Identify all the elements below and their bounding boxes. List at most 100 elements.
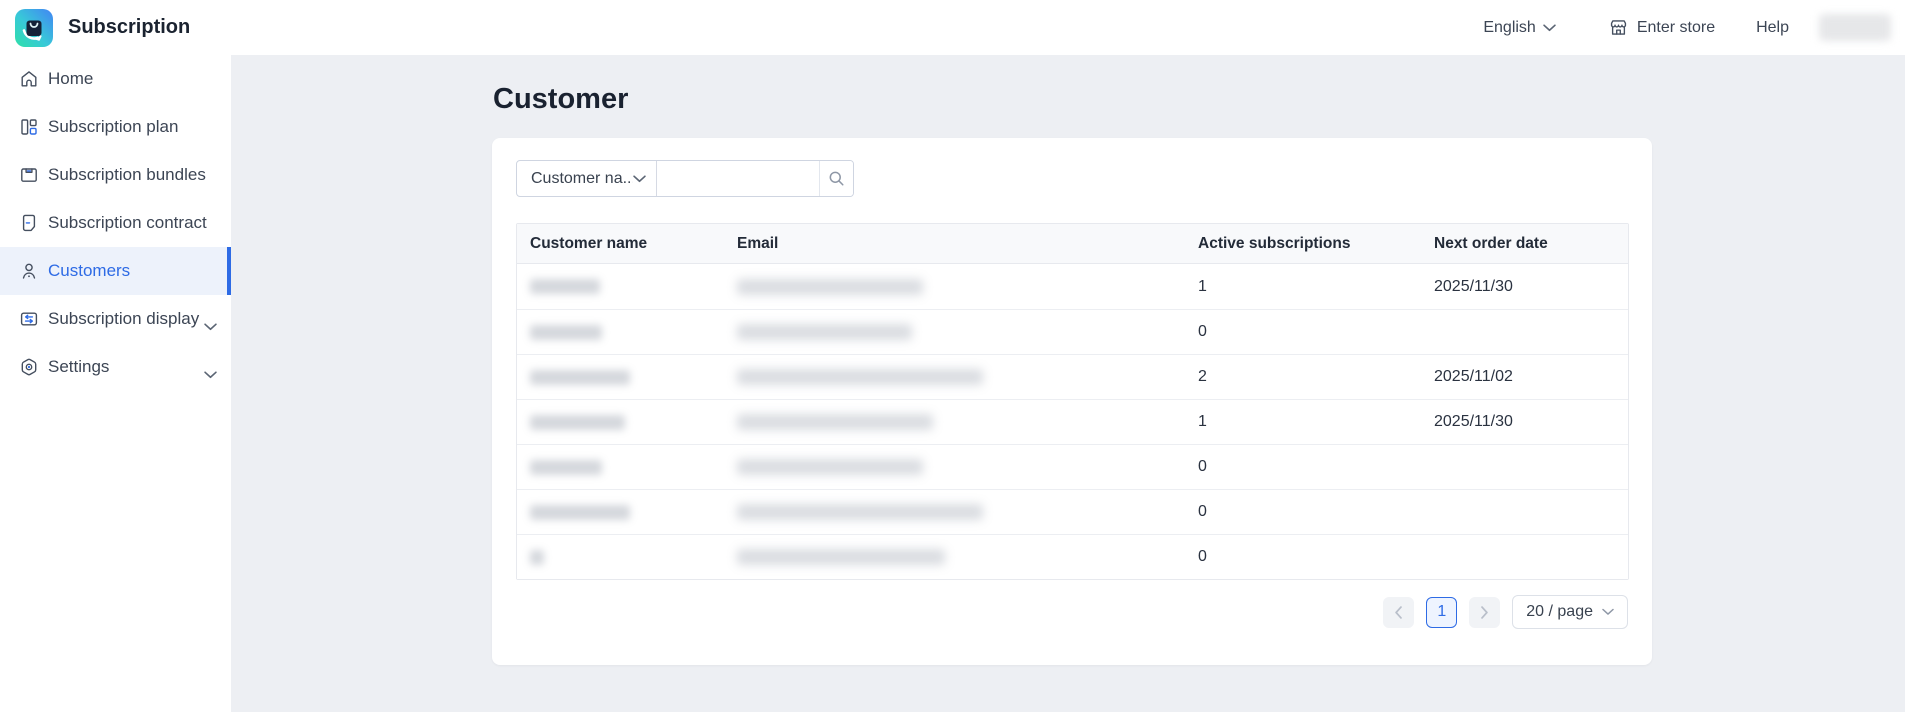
email-cell [724,279,1185,295]
table-row: 0 [517,534,1628,579]
email-cell [724,414,1185,430]
next-order-date-cell: 2025/11/30 [1421,413,1628,431]
store-name-redacted[interactable] [1819,14,1891,41]
page-title: Customer [493,82,1905,116]
next-page-button[interactable] [1469,597,1500,628]
email-cell [724,324,1185,340]
sidebar-item-settings[interactable]: Settings [0,343,231,391]
search-control: Customer na... [516,160,854,197]
topbar-actions: English Enter store Help [1483,14,1905,41]
email-redacted [737,414,933,430]
page-number-button[interactable]: 1 [1426,597,1457,628]
col-header-next-order-date: Next order date [1421,235,1628,253]
email-cell [724,459,1185,475]
topbar: Subscription English Enter store Help [0,0,1905,55]
chevron-down-icon [204,316,217,336]
sidebar-item-label: Subscription contract [48,213,207,233]
sidebar-item-label: Subscription bundles [48,165,206,185]
active-subscriptions-cell: 1 [1185,278,1421,296]
sidebar-item-label: Settings [48,357,109,377]
subscription-plan-icon [19,117,39,137]
table-row: 12025/11/30 [517,399,1628,444]
help-button[interactable]: Help [1756,19,1789,37]
sidebar-item-label: Subscription plan [48,117,178,137]
customer-name-cell [517,325,724,340]
pagination: 1 20 / page [516,595,1628,629]
subscription-display-icon [19,309,39,329]
page-size-select[interactable]: 20 / page [1512,595,1628,629]
sidebar-item-label: Subscription display [48,309,199,329]
active-subscriptions-cell: 0 [1185,548,1421,566]
active-subscriptions-cell: 2 [1185,368,1421,386]
email-cell [724,549,1185,565]
customer-name-redacted [530,325,602,340]
home-icon [19,69,39,89]
enter-store-label: Enter store [1637,19,1715,37]
email-redacted [737,279,923,295]
help-label: Help [1756,19,1789,37]
customer-name-redacted [530,550,544,565]
customer-name-cell [517,370,724,385]
storefront-icon [1608,17,1629,38]
active-subscriptions-cell: 1 [1185,413,1421,431]
page-size-label: 20 / page [1526,603,1593,621]
search-icon [827,169,846,188]
customer-name-redacted [530,505,630,520]
search-filter-select[interactable]: Customer na... [517,161,657,196]
customer-name-cell [517,550,724,565]
sidebar-item-subscription-bundles[interactable]: Subscription bundles [0,151,231,199]
sidebar-item-subscription-contract[interactable]: Subscription contract [0,199,231,247]
email-cell [724,369,1185,385]
chevron-down-icon [633,175,646,183]
sidebar-item-label: Home [48,69,93,89]
search-button[interactable] [819,161,853,196]
col-header-customer-name: Customer name [517,235,724,253]
next-order-date-cell: 2025/11/30 [1421,278,1628,296]
customer-name-redacted [530,415,625,430]
email-redacted [737,549,945,565]
sidebar-nav: Home Subscription plan Subscription bundle… [0,55,231,712]
customers-icon [19,261,39,281]
search-input[interactable] [657,161,819,196]
table-row: 22025/11/02 [517,354,1628,399]
chevron-down-icon [1602,608,1614,616]
email-redacted [737,459,923,475]
language-label: English [1483,19,1535,37]
table-row: 12025/11/30 [517,264,1628,309]
sidebar-item-label: Customers [48,261,130,281]
app-logo-shopping-bag-icon [15,9,53,47]
customer-name-cell [517,415,724,430]
language-selector[interactable]: English [1483,19,1555,37]
settings-icon [19,357,39,377]
sidebar-item-subscription-plan[interactable]: Subscription plan [0,103,231,151]
email-redacted [737,504,983,520]
active-subscriptions-cell: 0 [1185,503,1421,521]
col-header-active-subscriptions: Active subscriptions [1185,235,1421,253]
customer-name-cell [517,460,724,475]
chevron-left-icon [1394,606,1403,619]
table-row: 0 [517,309,1628,354]
customer-name-redacted [530,370,630,385]
next-order-date-cell: 2025/11/02 [1421,368,1628,386]
sidebar-item-home[interactable]: Home [0,55,231,103]
app-title: Subscription [68,16,190,39]
table-body: 12025/11/30022025/11/0212025/11/30000 [517,264,1628,579]
email-cell [724,504,1185,520]
subscription-bundles-icon [19,165,39,185]
sidebar-item-subscription-display[interactable]: Subscription display [0,295,231,343]
customers-table: Customer name Email Active subscriptions… [516,223,1629,580]
chevron-down-icon [1543,24,1556,32]
sidebar-item-customers[interactable]: Customers [0,247,231,295]
customer-name-redacted [530,460,602,475]
subscription-contract-icon [19,213,39,233]
chevron-down-icon [204,364,217,384]
email-redacted [737,369,983,385]
email-redacted [737,324,912,340]
prev-page-button[interactable] [1383,597,1414,628]
active-subscriptions-cell: 0 [1185,458,1421,476]
customer-name-cell [517,279,724,294]
enter-store-button[interactable]: Enter store [1608,17,1715,38]
active-indicator-bar [227,247,231,295]
main-content: Customer Customer na... Customer name Em… [231,55,1905,712]
customer-card: Customer na... Customer name Email Activ… [492,138,1652,665]
